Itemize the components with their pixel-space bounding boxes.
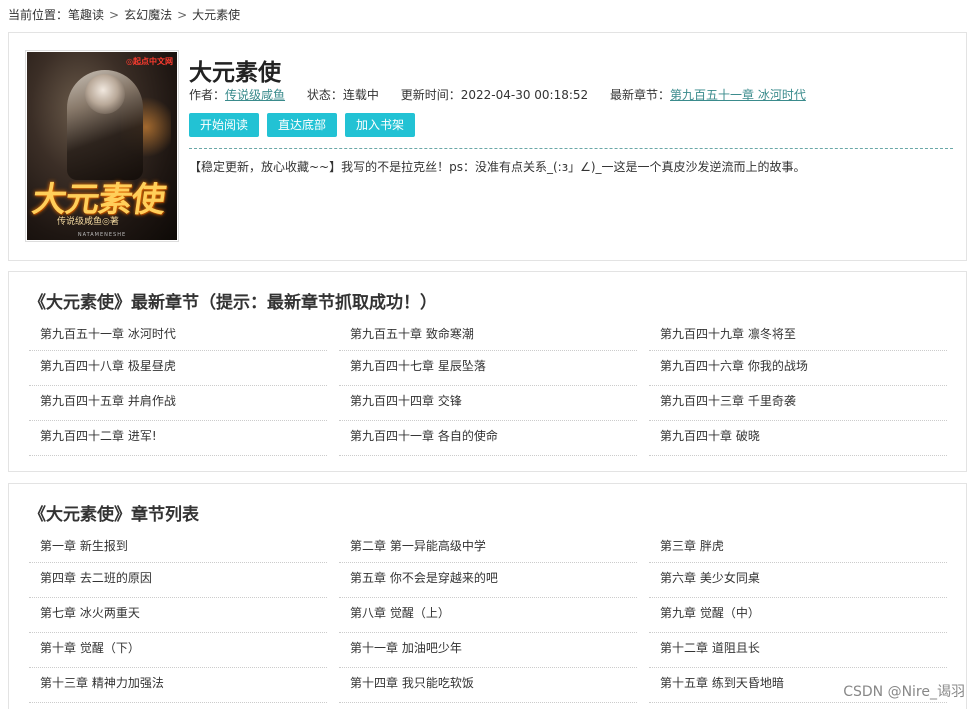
chapter-link[interactable]: 第九章 觉醒（中） [649, 598, 947, 633]
author-info: 作者：传说级咸鱼 [189, 88, 285, 102]
chapter-link[interactable]: 第二章 第一异能高级中学 [339, 532, 637, 563]
chapter-list-grid: 第一章 新生报到 第二章 第一异能高级中学 第三章 胖虎 第四章 去二班的原因 … [29, 532, 949, 703]
chapter-link[interactable]: 第八章 觉醒（上） [339, 598, 637, 633]
chapter-link[interactable]: 第十四章 我只能吃软饭 [339, 668, 637, 703]
breadcrumb-category-link[interactable]: 玄幻魔法 [124, 8, 172, 22]
csdn-watermark: CSDN @Nire_谒羽 [843, 684, 965, 700]
cover-subtitle: 传说级咸鱼◎著 [57, 217, 119, 227]
cover-image: ◎起点中文网 大元素使 传说级咸鱼◎著 NATAMENESHE [27, 52, 177, 240]
latest-info: 最新章节：第九百五十一章 冰河时代 [610, 88, 806, 102]
breadcrumb-separator: > [109, 8, 120, 22]
status-label: 状态： [306, 88, 343, 102]
breadcrumb-current: 大元素使 [192, 8, 241, 22]
go-bottom-button[interactable]: 直达底部 [267, 113, 338, 137]
chapter-link[interactable]: 第十一章 加油吧少年 [339, 633, 637, 668]
chapter-link[interactable]: 第九百四十章 破晓 [649, 421, 947, 456]
latest-chapters-panel: 《大元素使》最新章节（提示：最新章节抓取成功！） 第九百五十一章 冰河时代 第九… [8, 271, 967, 472]
status-value: 连载中 [342, 88, 379, 102]
status-info: 状态：连载中 [307, 88, 379, 102]
updated-label: 更新时间： [400, 88, 461, 102]
chapter-link[interactable]: 第十三章 精神力加强法 [29, 668, 327, 703]
latest-chapter-grid: 第九百五十一章 冰河时代 第九百五十章 致命寒潮 第九百四十九章 凛冬将至 第九… [29, 320, 949, 456]
start-reading-button[interactable]: 开始阅读 [189, 113, 260, 137]
breadcrumb-home-link[interactable]: 笔趣读 [68, 8, 104, 22]
list-section-title: 《大元素使》章节列表 [29, 505, 199, 525]
chapter-link[interactable]: 第九百四十六章 你我的战场 [649, 351, 947, 386]
author-label: 作者： [189, 88, 226, 102]
chapter-link[interactable]: 第九百四十七章 星辰坠落 [339, 351, 637, 386]
book-intro: 【稳定更新，放心收藏~~】我写的不是拉克丝！ps：没准有点关系_(:з」∠)_一… [189, 148, 953, 175]
cover-publisher-badge: ◎起点中文网 [126, 57, 173, 66]
latest-section-title: 《大元素使》最新章节（提示：最新章节抓取成功！） [29, 293, 437, 313]
updated-value: 2022-04-30 00:18:52 [460, 88, 589, 102]
add-bookshelf-button[interactable]: 加入书架 [345, 113, 416, 137]
updated-info: 更新时间：2022-04-30 00:18:52 [401, 88, 588, 102]
chapter-list-panel: 《大元素使》章节列表 第一章 新生报到 第二章 第一异能高级中学 第三章 胖虎 … [8, 483, 967, 709]
book-title: 大元素使 [189, 60, 281, 86]
book-meta: 作者：传说级咸鱼 状态：连载中 更新时间：2022-04-30 00:18:52… [189, 87, 824, 103]
chapter-link[interactable]: 第七章 冰火两重天 [29, 598, 327, 633]
chapter-link[interactable]: 第九百四十一章 各自的使命 [339, 421, 637, 456]
chapter-link[interactable]: 第九百四十四章 交锋 [339, 386, 637, 421]
chapter-link[interactable]: 第九百四十二章 进军! [29, 421, 327, 456]
chapter-link[interactable]: 第四章 去二班的原因 [29, 563, 327, 598]
chapter-link[interactable]: 第六章 美少女同桌 [649, 563, 947, 598]
cover-character-head [85, 74, 125, 114]
chapter-link[interactable]: 第九百四十五章 并肩作战 [29, 386, 327, 421]
chapter-link[interactable]: 第五章 你不会是穿越来的吧 [339, 563, 637, 598]
latest-label: 最新章节： [610, 88, 671, 102]
book-cover[interactable]: ◎起点中文网 大元素使 传说级咸鱼◎著 NATAMENESHE [25, 50, 179, 242]
breadcrumb-separator: > [177, 8, 188, 22]
breadcrumb-prefix: 当前位置： [8, 8, 69, 22]
chapter-link[interactable]: 第十章 觉醒（下） [29, 633, 327, 668]
chapter-link[interactable]: 第九百四十八章 极星昼虎 [29, 351, 327, 386]
chapter-link[interactable]: 第九百五十一章 冰河时代 [29, 320, 327, 351]
action-buttons: 开始阅读 直达底部 加入书架 [189, 113, 423, 137]
chapter-link[interactable]: 第三章 胖虎 [649, 532, 947, 563]
chapter-link[interactable]: 第九百五十章 致命寒潮 [339, 320, 637, 351]
cover-footer: NATAMENESHE [77, 232, 127, 238]
chapter-link[interactable]: 第一章 新生报到 [29, 532, 327, 563]
chapter-link[interactable]: 第十二章 道阻且长 [649, 633, 947, 668]
book-info-panel: ◎起点中文网 大元素使 传说级咸鱼◎著 NATAMENESHE 大元素使 作者：… [8, 32, 967, 261]
latest-chapter-link[interactable]: 第九百五十一章 冰河时代 [670, 88, 806, 102]
chapter-link[interactable]: 第九百四十三章 千里奇袭 [649, 386, 947, 421]
chapter-link[interactable]: 第九百四十九章 凛冬将至 [649, 320, 947, 351]
author-link[interactable]: 传说级咸鱼 [225, 88, 285, 102]
breadcrumb: 当前位置：笔趣读 > 玄幻魔法 > 大元素使 [8, 6, 240, 24]
